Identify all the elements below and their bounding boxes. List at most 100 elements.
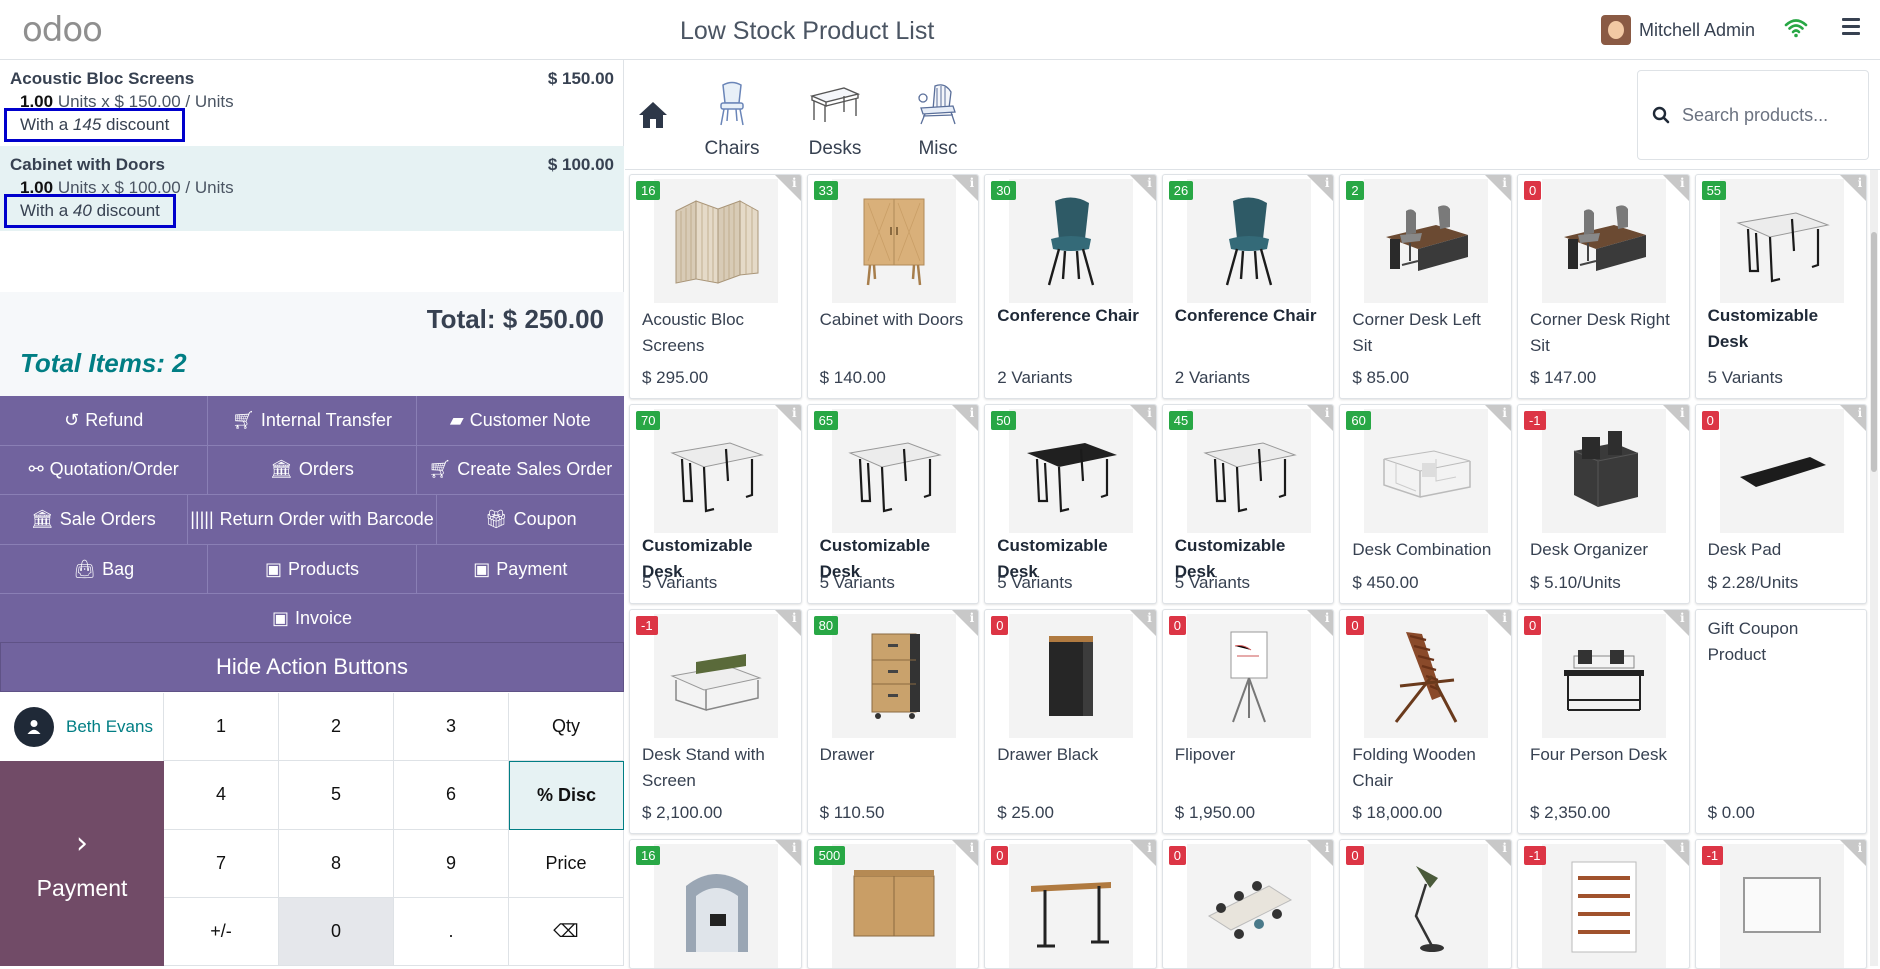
numpad-key-6[interactable]: 6 <box>394 761 509 830</box>
product-card[interactable]: 0i <box>1161 839 1335 969</box>
product-card[interactable]: -1 i <box>1516 839 1690 969</box>
product-info-button[interactable] <box>952 840 979 866</box>
product-card[interactable]: 55 i Customizable Desk 5 Variants <box>1694 174 1868 399</box>
product-card[interactable]: 16 i <box>629 839 802 969</box>
info-icon[interactable]: i <box>1325 176 1330 190</box>
refund-button[interactable]: ↺ Refund <box>0 396 209 445</box>
info-icon[interactable]: i <box>1325 406 1330 420</box>
info-icon[interactable]: i <box>970 841 975 855</box>
search-input[interactable] <box>1682 104 1852 126</box>
product-card[interactable]: 0i <box>1339 839 1512 969</box>
numpad-plus-minus[interactable]: +/- <box>164 897 279 966</box>
wifi-icon[interactable] <box>1784 16 1808 40</box>
product-info-button[interactable] <box>952 175 979 201</box>
internal-transfer-button[interactable]: 🛒︎ Internal Transfer <box>208 396 417 445</box>
info-icon[interactable]: i <box>1858 176 1863 190</box>
info-icon[interactable]: i <box>1147 611 1152 625</box>
product-card[interactable]: 30 i Conference Chair 2 Variants <box>984 174 1157 399</box>
info-icon[interactable]: i <box>1680 611 1685 625</box>
product-info-button[interactable] <box>1840 405 1867 431</box>
product-card[interactable]: -1 i <box>1694 839 1868 969</box>
info-icon[interactable]: i <box>1502 406 1507 420</box>
product-info-button[interactable] <box>1307 175 1334 201</box>
product-card[interactable]: 50 i Customizable Desk 5 Variants <box>984 404 1157 604</box>
bag-button[interactable]: 👜︎ Bag <box>0 544 209 594</box>
quotation-order-button[interactable]: ⚯ Quotation/Order <box>0 445 209 495</box>
info-icon[interactable]: i <box>792 841 797 855</box>
category-chairs[interactable]: Chairs <box>692 80 772 160</box>
info-icon[interactable]: i <box>970 611 975 625</box>
numpad-decimal[interactable]: . <box>394 897 509 966</box>
info-icon[interactable]: i <box>1502 176 1507 190</box>
invoice-button[interactable]: ▣ Invoice <box>0 594 624 643</box>
numpad-key-2[interactable]: 2 <box>279 693 394 762</box>
numpad-qty[interactable]: Qty <box>509 693 624 762</box>
product-card[interactable]: 0 i Four Person Desk $ 2,350.00 <box>1516 609 1690 834</box>
payment-button[interactable]: › Payment <box>0 761 164 966</box>
scrollbar[interactable] <box>1870 170 1878 966</box>
product-info-button[interactable] <box>952 610 979 636</box>
return-order-barcode-button[interactable]: ||||| Return Order with Barcode <box>187 495 438 544</box>
product-card[interactable]: -1 i Desk Organizer $ 5.10/Units <box>1516 404 1690 604</box>
user-menu[interactable]: Mitchell Admin <box>1601 14 1755 46</box>
info-icon[interactable]: i <box>1147 841 1152 855</box>
info-icon[interactable]: i <box>970 176 975 190</box>
numpad-key-5[interactable]: 5 <box>279 761 394 830</box>
product-card[interactable]: 60 i Desk Combination $ 450.00 <box>1339 404 1512 604</box>
product-card[interactable]: 0 i Drawer Black $ 25.00 <box>984 609 1157 834</box>
products-button[interactable]: ▣ Products <box>208 544 417 594</box>
info-icon[interactable]: i <box>1325 611 1330 625</box>
product-info-button[interactable] <box>1484 610 1511 636</box>
product-card[interactable]: Gift Coupon Product $ 0.00 <box>1694 609 1868 834</box>
orders-button[interactable]: 🏛︎ Orders <box>208 445 417 495</box>
product-card[interactable]: 65 i Customizable Desk 5 Variants <box>806 404 980 604</box>
payment-action-button[interactable]: ▣ Payment <box>416 544 624 594</box>
customer-button[interactable]: Beth Evans <box>0 693 164 761</box>
product-card[interactable]: 0 i Desk Pad $ 2.28/Units <box>1694 404 1868 604</box>
sale-orders-button[interactable]: 🏛︎ Sale Orders <box>0 495 188 544</box>
product-info-button[interactable] <box>1484 840 1511 866</box>
numpad-key-1[interactable]: 1 <box>164 693 279 762</box>
info-icon[interactable]: i <box>792 176 797 190</box>
numpad-key-4[interactable]: 4 <box>164 761 279 830</box>
product-card[interactable]: 45 i Customizable Desk 5 Variants <box>1161 404 1335 604</box>
product-info-button[interactable] <box>1484 405 1511 431</box>
product-info-button[interactable] <box>1484 175 1511 201</box>
product-card[interactable]: 16 i Acoustic Bloc Screens $ 295.00 <box>629 174 802 399</box>
numpad-key-3[interactable]: 3 <box>394 693 509 762</box>
info-icon[interactable]: i <box>1680 406 1685 420</box>
hamburger-menu-icon[interactable] <box>1842 18 1860 39</box>
product-card[interactable]: 70 i Customizable Desk 5 Variants <box>629 404 802 604</box>
info-icon[interactable]: i <box>1502 841 1507 855</box>
numpad-discount[interactable]: % Disc <box>509 761 624 830</box>
product-info-button[interactable] <box>1840 840 1867 866</box>
product-card[interactable]: 26 i Conference Chair 2 Variants <box>1161 174 1335 399</box>
product-search[interactable] <box>1637 70 1869 160</box>
numpad-price[interactable]: Price <box>509 829 624 898</box>
product-card[interactable]: 0 i Flipover $ 1,950.00 <box>1161 609 1335 834</box>
order-line-selected[interactable]: Cabinet with Doors $ 100.00 1.00 Units x… <box>0 146 624 231</box>
customer-note-button[interactable]: ▰ Customer Note <box>416 396 624 445</box>
product-info-button[interactable] <box>1307 405 1334 431</box>
info-icon[interactable]: i <box>1147 176 1152 190</box>
info-icon[interactable]: i <box>1858 406 1863 420</box>
info-icon[interactable]: i <box>1680 841 1685 855</box>
product-card[interactable]: 0 i Folding Wooden Chair $ 18,000.00 <box>1339 609 1512 834</box>
info-icon[interactable]: i <box>1680 176 1685 190</box>
hide-action-buttons[interactable]: Hide Action Buttons <box>0 642 624 692</box>
product-card[interactable]: 500 i <box>806 839 980 969</box>
product-card[interactable]: 33 i Cabinet with Doors $ 140.00 <box>806 174 980 399</box>
product-info-button[interactable] <box>1307 840 1334 866</box>
info-icon[interactable]: i <box>1147 406 1152 420</box>
product-card[interactable]: 0 i Corner Desk Right Sit $ 147.00 <box>1516 174 1690 399</box>
info-icon[interactable]: i <box>1502 611 1507 625</box>
order-line[interactable]: Acoustic Bloc Screens $ 150.00 1.00 Unit… <box>0 60 624 145</box>
numpad-key-8[interactable]: 8 <box>279 829 394 898</box>
info-icon[interactable]: i <box>970 406 975 420</box>
coupon-button[interactable]: 🎁︎ Coupon <box>437 495 624 544</box>
numpad-key-9[interactable]: 9 <box>394 829 509 898</box>
product-card[interactable]: 0i <box>984 839 1157 969</box>
product-info-button[interactable] <box>1840 175 1867 201</box>
product-card[interactable]: 80 i Drawer $ 110.50 <box>806 609 980 834</box>
info-icon[interactable]: i <box>1858 841 1863 855</box>
